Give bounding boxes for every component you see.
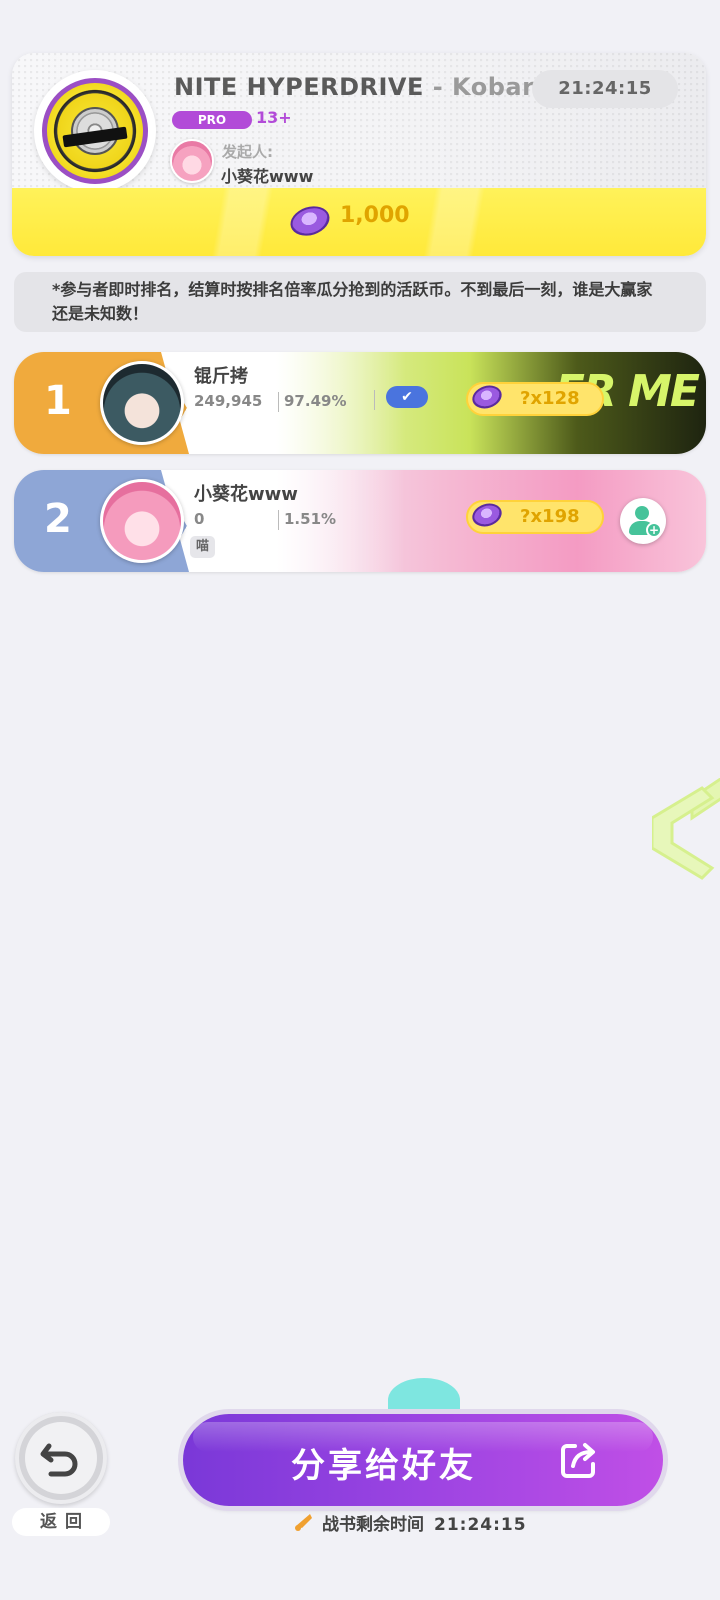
decorative-chevron-icon: [652, 778, 720, 880]
multiplier-pill: ?x128: [466, 381, 604, 416]
check-icon: ✔: [386, 386, 428, 408]
player-accuracy: 1.51%: [284, 510, 337, 528]
player-name: 小葵花www: [194, 484, 298, 505]
remaining-time: 战书剩余时间 21:24:15: [322, 1510, 527, 1535]
initiator-label: 发起人:: [222, 143, 273, 161]
initiator-avatar[interactable]: [170, 139, 214, 183]
song-title: NITE HYPERDRIVE - Kobary: [174, 73, 534, 109]
player-avatar[interactable]: [100, 361, 184, 445]
bell-icon: [295, 1514, 312, 1531]
song-title-text: NITE HYPERDRIVE: [174, 73, 424, 101]
player-name: 锟斤拷: [194, 366, 248, 387]
coin-icon: [469, 499, 505, 531]
ranking-row[interactable]: 2 小葵花www 0 1.51% 喵 ?x198 +: [14, 470, 706, 572]
multiplier-pill: ?x198: [466, 499, 604, 534]
back-arrow-icon: [40, 1443, 78, 1477]
player-accuracy: 97.49%: [284, 392, 347, 410]
share-icon: [561, 1443, 595, 1478]
add-friend-button[interactable]: +: [620, 498, 666, 544]
remaining-label: 战书剩余时间: [322, 1515, 424, 1535]
challenge-timer: 21:24:15: [532, 70, 678, 108]
song-card: NITE HYPERDRIVE - Kobary 21:24:15 PRO 13…: [12, 53, 706, 256]
song-artist: Kobary: [452, 73, 534, 101]
rank-number: 1: [44, 378, 72, 424]
player-score: 249,945: [194, 392, 263, 410]
song-cover-art: [42, 78, 148, 184]
back-button[interactable]: [15, 1412, 107, 1504]
rank-number: 2: [44, 496, 72, 542]
difficulty-badge: PRO: [172, 111, 252, 129]
share-button[interactable]: 分享给好友: [183, 1414, 663, 1506]
coin-icon: [469, 381, 505, 413]
multiplier-text: ?x128: [520, 388, 580, 409]
add-friend-icon: +: [646, 522, 662, 538]
rules-notice: *参与者即时排名，结算时按排名倍率瓜分抢到的活跃币。不到最后一刻，谁是大赢家还是…: [14, 272, 706, 332]
player-tag: 喵: [190, 536, 216, 558]
player-avatar[interactable]: [100, 479, 184, 563]
share-label: 分享给好友: [291, 1446, 476, 1486]
reward-amount: 1,000: [340, 203, 410, 228]
difficulty-level: 13+: [256, 108, 292, 127]
remaining-time-value: 21:24:15: [434, 1515, 527, 1535]
multiplier-text: ?x198: [520, 506, 580, 527]
initiator-name: 小葵花www: [221, 167, 314, 186]
ranking-row[interactable]: ER ME 1 锟斤拷 249,945 97.49% ✔ ?x128: [14, 352, 706, 454]
song-cover[interactable]: [34, 70, 156, 192]
back-label[interactable]: 返回: [12, 1508, 110, 1536]
player-score: 0: [194, 510, 205, 528]
